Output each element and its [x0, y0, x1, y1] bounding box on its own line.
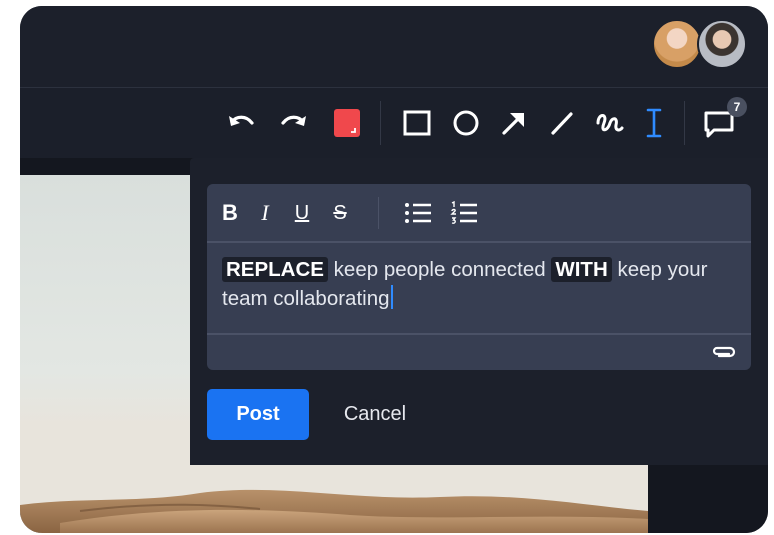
- color-swatch-icon[interactable]: [330, 106, 364, 140]
- italic-button[interactable]: I: [255, 198, 275, 228]
- redo-icon[interactable]: [277, 106, 311, 140]
- comment-count-badge: 7: [727, 97, 747, 117]
- arrow-icon[interactable]: [497, 106, 531, 140]
- circle-icon[interactable]: [449, 106, 483, 140]
- avatar-user-2[interactable]: [697, 19, 747, 69]
- post-button[interactable]: Post: [207, 389, 309, 440]
- paperclip-icon[interactable]: [711, 341, 737, 363]
- top-bar: [20, 6, 768, 88]
- with-tag: WITH: [551, 257, 612, 282]
- comment-textarea[interactable]: REPLACE keep people connected WITH keep …: [222, 255, 742, 333]
- bold-button[interactable]: B: [219, 198, 241, 228]
- avatar-user-1[interactable]: [652, 19, 702, 69]
- rectangle-icon[interactable]: [400, 106, 434, 140]
- underline-button[interactable]: U: [291, 198, 313, 228]
- text-cursor-icon[interactable]: [637, 106, 671, 140]
- freehand-icon[interactable]: [592, 106, 626, 140]
- replace-tag: REPLACE: [222, 257, 328, 282]
- cancel-button[interactable]: Cancel: [330, 389, 420, 440]
- rich-text-editor: B I U S REPLACE keep people connected WI…: [207, 184, 751, 370]
- comment-text-part-1: keep people connected: [327, 258, 552, 281]
- line-icon[interactable]: [545, 106, 579, 140]
- text-caret: [390, 285, 393, 309]
- toolbar-divider: [684, 101, 685, 145]
- strikethrough-button[interactable]: S: [329, 198, 351, 228]
- comment-panel: B I U S REPLACE keep people connected WI…: [190, 158, 768, 465]
- numbered-list-icon[interactable]: [449, 198, 479, 228]
- toolbar-divider: [380, 101, 381, 145]
- editor-footer: [207, 333, 751, 370]
- undo-icon[interactable]: [224, 106, 258, 140]
- annotation-toolbar: 7: [20, 89, 768, 157]
- format-toolbar: B I U S: [207, 184, 751, 243]
- bullet-list-icon[interactable]: [403, 198, 433, 228]
- format-divider: [378, 197, 379, 229]
